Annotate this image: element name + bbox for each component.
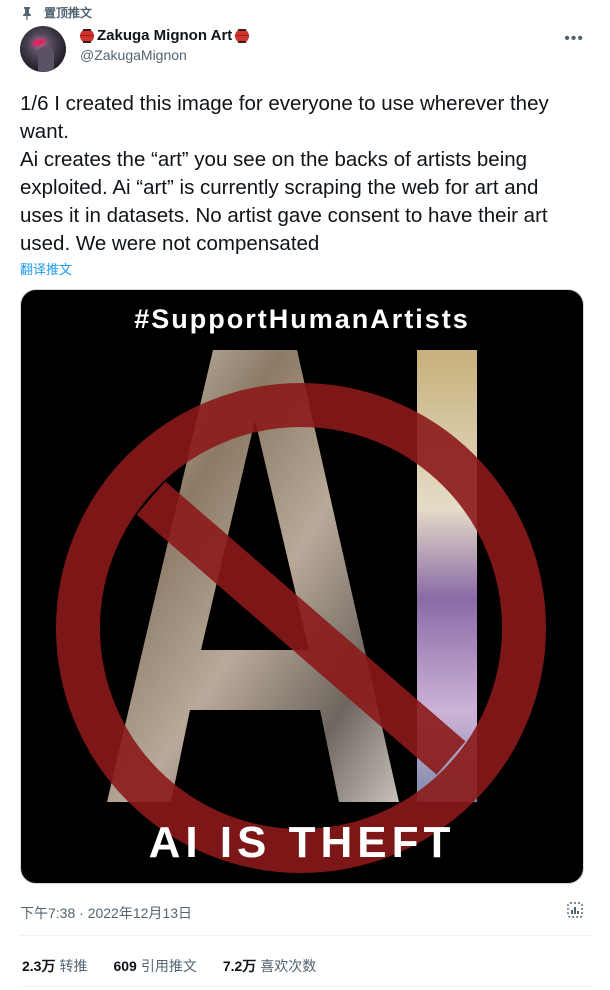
tweet-media-image[interactable]: #SupportHumanArtists AI IS THEFT [20,289,584,884]
quote-tweets-stat[interactable]: 609 引用推文 [113,956,196,976]
avatar[interactable] [20,26,66,72]
author-handle[interactable]: @ZakugaMignon [80,47,249,63]
retweets-stat[interactable]: 2.3万 转推 [22,956,87,976]
hashtag-text: #SupportHumanArtists [134,304,470,334]
analytics-icon[interactable] [566,901,584,919]
red-lantern-icon [80,28,94,43]
tweet-line-1: 1/6 I created this image for everyone to… [20,92,549,143]
red-lantern-icon [235,28,250,43]
likes-stat[interactable]: 7.2万 喜欢次数 [223,956,316,976]
author-block[interactable]: Zakuga Mignon Art @ZakugaMignon [80,27,250,63]
more-options-icon[interactable]: ••• [564,30,584,48]
tweet-timestamp[interactable]: 下午7:38 · 2022年12月13日 [20,903,192,923]
theft-caption: AI IS THEFT [148,818,456,867]
divider [20,986,590,987]
avatar-figure [38,46,54,72]
display-name[interactable]: Zakuga Mignon Art [97,27,232,44]
ai-prohibition-artwork [56,350,546,873]
translate-tweet-link[interactable]: 翻译推文 [20,259,72,278]
pin-icon [23,6,31,20]
tweet-text: 1/6 I created this image for everyone to… [20,90,580,258]
tweet-line-2: Ai creates the “art” you see on the back… [20,148,548,255]
pinned-indicator: 置顶推文 [20,4,92,21]
display-name-row[interactable]: Zakuga Mignon Art [80,27,250,44]
pinned-label: 置顶推文 [44,6,93,20]
divider [20,935,590,936]
engagement-stats: 2.3万 转推 609 引用推文 7.2万 喜欢次数 [22,956,316,976]
